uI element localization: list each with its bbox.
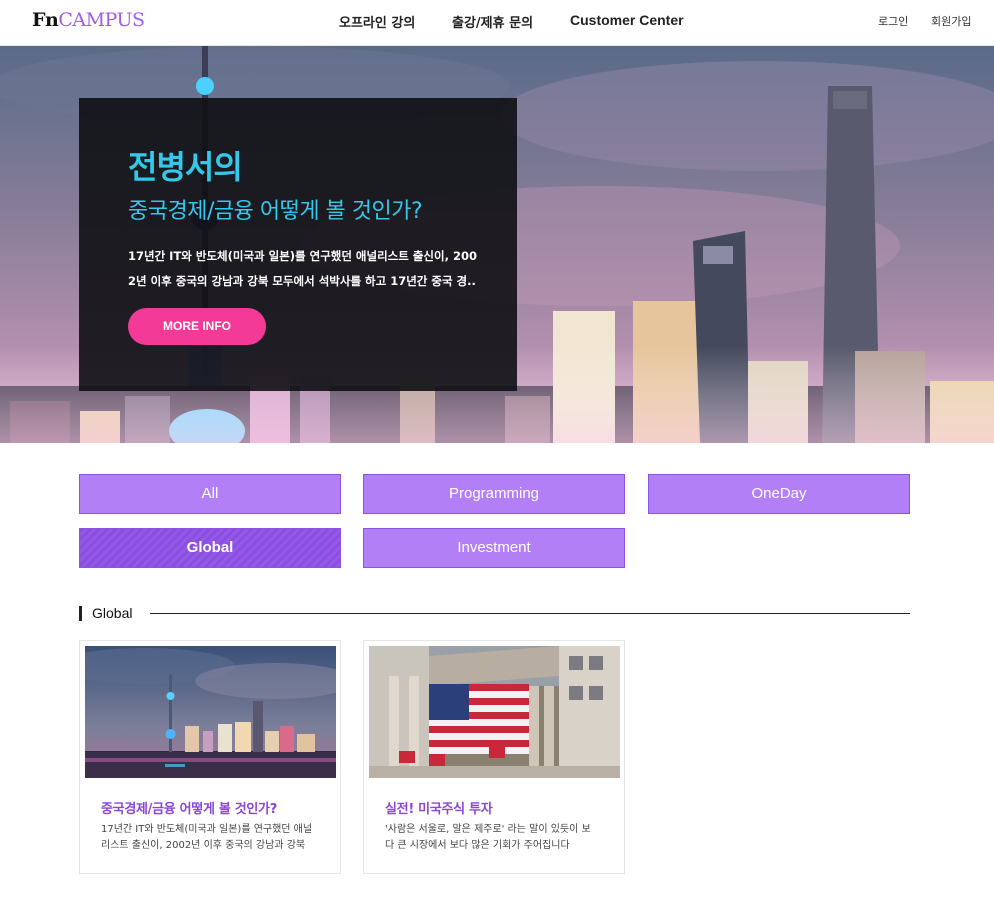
hero-title: 전병서의 — [128, 148, 243, 186]
section-divider — [150, 613, 910, 614]
nav-offline-lecture[interactable]: 오프라인 강의 — [339, 12, 415, 31]
card-thumbnail-nyse — [369, 646, 620, 778]
logo-campus: CAMPUS — [58, 9, 145, 31]
hero-description-line2: 2년 이후 중국의 강남과 강북 모두에서 석박사를 하고 17년간 중국 경.… — [128, 274, 476, 288]
section-title-bar — [79, 606, 82, 621]
section-title: Global — [92, 605, 133, 621]
card-title: 중국경제/금융 어떻게 볼 것인가? — [101, 802, 277, 817]
card-title: 실전! 미국주식 투자 — [385, 802, 493, 817]
course-card-china-economy[interactable]: 중국경제/금융 어떻게 볼 것인가? 17년간 IT와 반도체(미국과 일본)를… — [79, 640, 341, 874]
signup-link[interactable]: 회원가입 — [931, 13, 971, 29]
category-global-button[interactable]: Global — [79, 528, 341, 568]
hero-description-line1: 17년간 IT와 반도체(미국과 일본)를 연구했던 애널리스트 출신이, 20… — [128, 249, 477, 263]
category-investment-button[interactable]: Investment — [363, 528, 625, 568]
top-header: FnCAMPUS 오프라인 강의 출강/제휴 문의 Customer Cente… — [0, 0, 994, 46]
hero-banner: 전병서의 중국경제/금융 어떻게 볼 것인가? 17년간 IT와 반도체(미국과… — [0, 46, 994, 443]
card-thumbnail-shanghai — [85, 646, 336, 778]
hero-info-box: 전병서의 중국경제/금융 어떻게 볼 것인가? 17년간 IT와 반도체(미국과… — [79, 98, 517, 391]
more-info-button[interactable]: MORE INFO — [128, 308, 266, 345]
site-logo[interactable]: FnCAMPUS — [32, 9, 145, 31]
card-description-line1: '사람은 서울로, 말은 제주로' 라는 말이 있듯이 보 — [385, 824, 591, 835]
category-programming-button[interactable]: Programming — [363, 474, 625, 514]
card-description: 17년간 IT와 반도체(미국과 일본)를 연구했던 애널 리스트 출신이, 2… — [101, 822, 329, 854]
category-all-button[interactable]: All — [79, 474, 341, 514]
card-description-line2: 다 큰 시장에서 보다 많은 기회가 주어집니다 — [385, 840, 570, 851]
course-card-us-stocks[interactable]: 실전! 미국주식 투자 '사람은 서울로, 말은 제주로' 라는 말이 있듯이 … — [363, 640, 625, 874]
logo-fn: Fn — [32, 9, 59, 31]
category-oneday-button[interactable]: OneDay — [648, 474, 910, 514]
hero-description: 17년간 IT와 반도체(미국과 일본)를 연구했던 애널리스트 출신이, 20… — [128, 244, 478, 294]
card-description-line2: 리스트 출신이, 2002년 이후 중국의 강남과 강북 — [101, 840, 306, 851]
hero-subtitle: 중국경제/금융 어떻게 볼 것인가? — [128, 199, 423, 224]
nav-customer-center[interactable]: Customer Center — [570, 12, 684, 28]
login-link[interactable]: 로그인 — [878, 13, 908, 29]
card-description: '사람은 서울로, 말은 제주로' 라는 말이 있듯이 보 다 큰 시장에서 보… — [385, 822, 613, 854]
card-description-line1: 17년간 IT와 반도체(미국과 일본)를 연구했던 애널 — [101, 824, 313, 835]
nav-partnership-inquiry[interactable]: 출강/제휴 문의 — [452, 12, 533, 31]
